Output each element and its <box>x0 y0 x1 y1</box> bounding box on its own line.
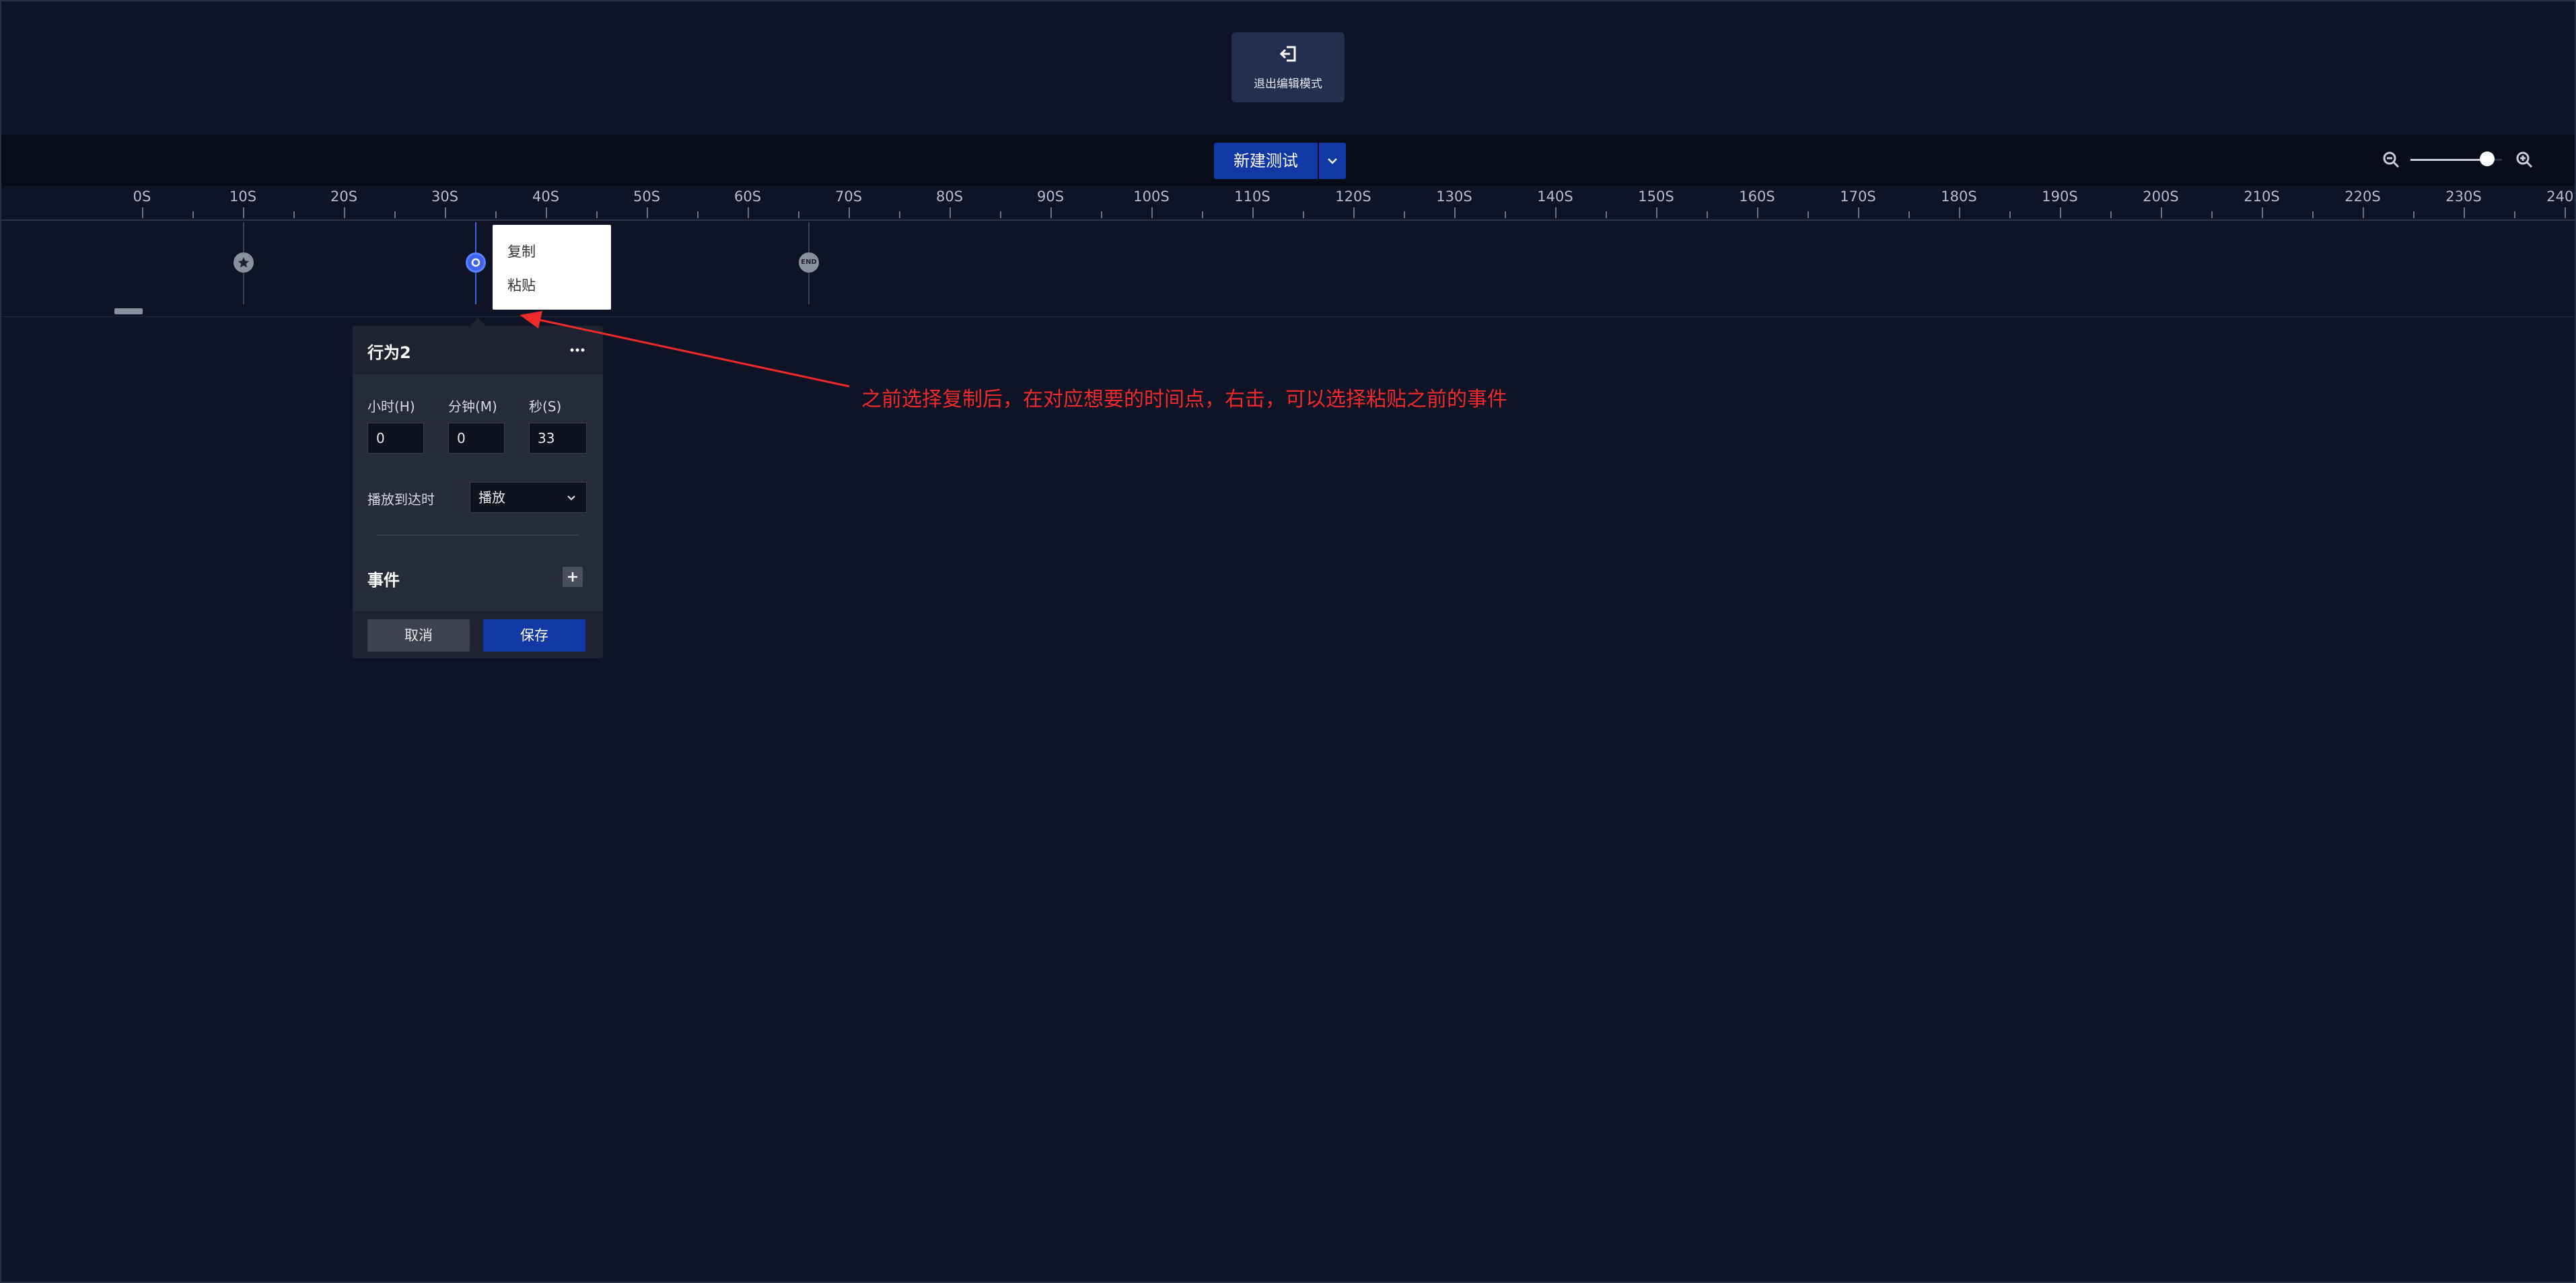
annotation-text: 之前选择复制后，在对应想要的时间点，右击，可以选择粘贴之前的事件 <box>861 388 1507 411</box>
annotation-arrow <box>520 311 850 388</box>
